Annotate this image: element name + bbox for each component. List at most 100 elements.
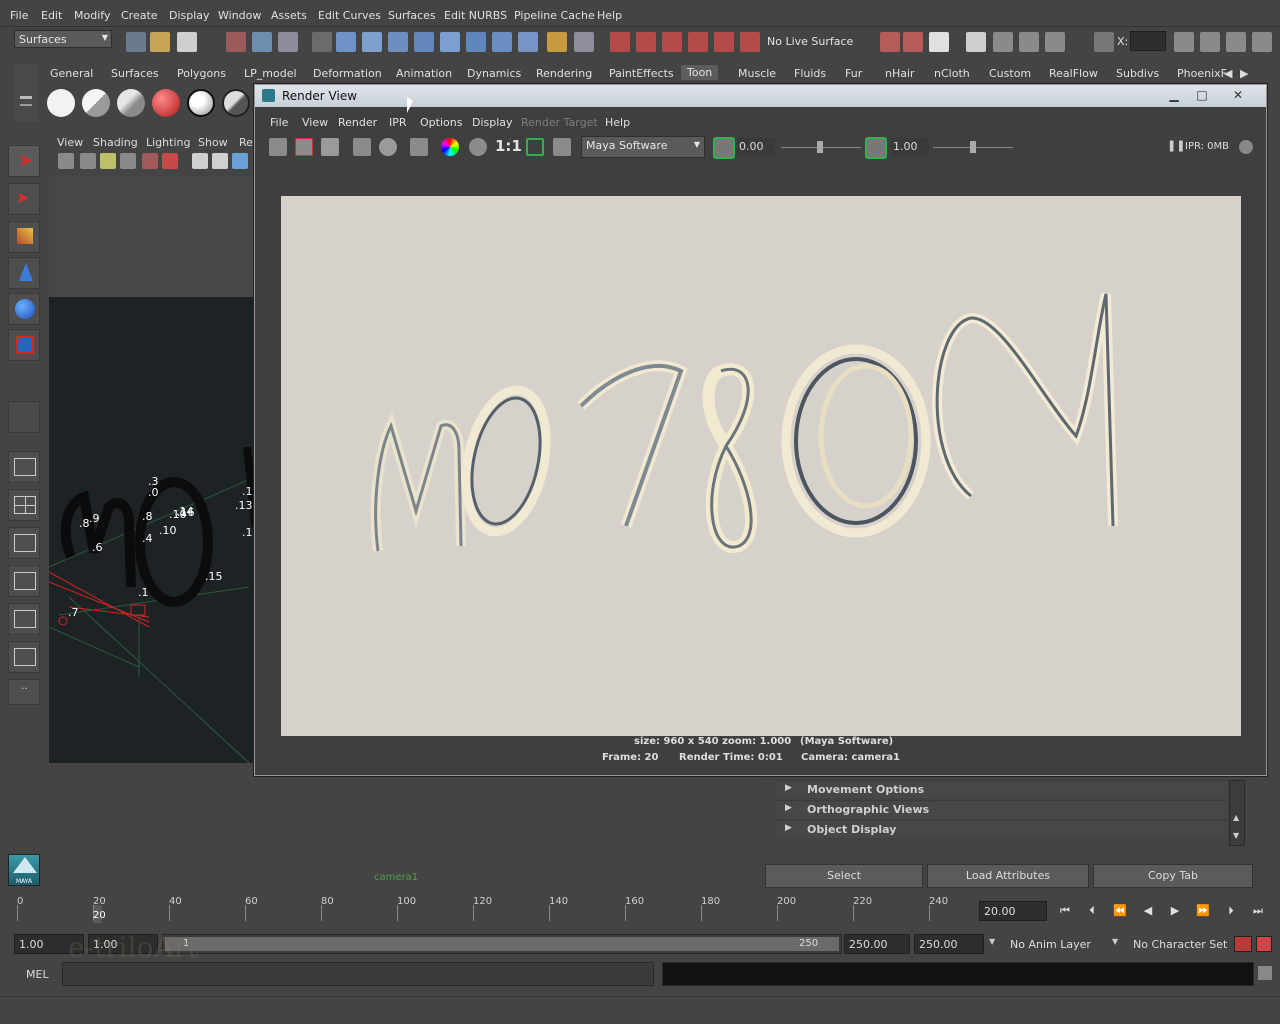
magnet-point-icon[interactable] [662,32,682,52]
keep-image-icon[interactable] [410,138,428,156]
sequence-render-icon[interactable] [1045,32,1065,52]
shelf-tab-fur[interactable]: Fur [845,67,862,80]
menu-edit-curves[interactable]: Edit Curves [318,9,381,22]
close-icon[interactable]: ✕ [1225,87,1251,103]
menu-file[interactable]: File [10,9,28,22]
animation-preferences-icon[interactable] [1256,936,1272,952]
history-icon[interactable] [466,32,486,52]
menu-assets[interactable]: Assets [271,9,307,22]
viewport-menu-shading[interactable]: Shading [93,136,138,149]
layout-render-icon[interactable] [8,641,40,673]
menu-edit[interactable]: Edit [41,9,62,22]
rgb-channels-icon[interactable] [441,138,459,156]
exposure-icon[interactable] [713,137,735,159]
load-attributes-button[interactable]: Load Attributes [927,864,1089,888]
end-time-field[interactable]: 250.00 [914,934,984,954]
image-plane-icon[interactable] [100,153,116,169]
shelf-scroll-right-icon[interactable]: ▶ [1240,67,1248,80]
shelf-tab-lp-model[interactable]: LP_model [244,67,297,80]
playback-end-field[interactable]: 250.00 [844,934,910,954]
layout-four-icon[interactable] [8,489,40,521]
layout-more-icon[interactable]: ·· [8,679,40,705]
shelf-tab-subdivs[interactable]: Subdivs [1116,67,1159,80]
menu-help[interactable]: Help [597,9,622,22]
transform-input-icon[interactable] [1094,32,1114,52]
gamma-slider-handle[interactable] [970,141,976,153]
textured-icon[interactable] [232,153,248,169]
rotate-tool-icon[interactable] [8,293,40,325]
script-editor-icon[interactable] [1258,966,1272,980]
toggle-tool-settings-icon[interactable] [1226,32,1246,52]
shelf-menu-handle[interactable] [14,64,38,122]
exposure-field[interactable]: 0.00 [737,138,775,156]
select-component-icon[interactable] [278,32,298,52]
menu-surfaces[interactable]: Surfaces [388,9,436,22]
question-icon[interactable] [518,32,538,52]
go-to-end-icon[interactable]: ⏭ [1248,904,1268,920]
chevron-down-icon[interactable]: ▼ [1112,937,1118,946]
rv-menu-view[interactable]: View [302,116,328,129]
select-tool-icon[interactable]: ➤ [8,145,40,177]
step-forward-frame-icon[interactable]: ⏵ [1221,904,1241,920]
current-time-field[interactable]: 20.00 [979,901,1047,921]
shelf-tab-toon[interactable]: Toon [681,65,719,80]
go-to-start-icon[interactable]: ⏮ [1055,904,1075,920]
toon-outline-icon[interactable] [187,89,215,117]
step-back-frame-icon[interactable]: ⏴ [1082,904,1102,920]
lasso-tool-icon[interactable]: ➤ [8,183,40,215]
new-scene-icon[interactable] [126,32,146,52]
toggle-attribute-editor-icon[interactable] [1200,32,1220,52]
refresh-icon[interactable] [379,138,397,156]
maximize-icon[interactable]: □ [1189,87,1215,103]
toggle-layer-editor-icon[interactable] [1252,32,1272,52]
menu-display[interactable]: Display [169,9,210,22]
attr-section-movement[interactable]: ▶ Movement Options [777,780,1227,798]
chevron-down-icon[interactable]: ▼ [989,937,995,946]
snap-grid-icon[interactable] [336,32,356,52]
shelf-tab-polygons[interactable]: Polygons [177,67,226,80]
snap-point-icon[interactable] [388,32,408,52]
pause-icon[interactable]: ❚❚ [1167,139,1185,152]
rv-menu-options[interactable]: Options [420,116,462,129]
shelf-tab-surfaces[interactable]: Surfaces [111,67,159,80]
toon-fill-bright-icon[interactable] [117,89,145,117]
shelf-tab-rendering[interactable]: Rendering [536,67,592,80]
character-set-label[interactable]: No Character Set [1133,938,1227,951]
minimize-icon[interactable]: ▁ [1161,87,1187,103]
auto-key-icon[interactable] [1234,936,1252,952]
shelf-tab-nhair[interactable]: nHair [885,67,915,80]
shelf-tab-ncloth[interactable]: nCloth [934,67,970,80]
render-region-icon[interactable] [295,138,313,156]
toon-dark-icon[interactable] [222,89,250,117]
bookmark-icon[interactable] [80,153,96,169]
alpha-channel-icon[interactable] [469,138,487,156]
last-tool-slot[interactable] [8,401,40,433]
shelf-tab-fluids[interactable]: Fluids [794,67,826,80]
filter-icon[interactable] [312,32,332,52]
viewport-menu-view[interactable]: View [57,136,83,149]
grid-icon[interactable] [120,153,136,169]
rv-menu-file[interactable]: File [270,116,288,129]
snap-plane-icon[interactable] [414,32,434,52]
shelf-scroll-left-icon[interactable]: ◀ [1224,67,1232,80]
select-object-icon[interactable] [252,32,272,52]
attr-section-object-display[interactable]: ▶ Object Display [777,820,1227,838]
shelf-tab-dynamics[interactable]: Dynamics [467,67,521,80]
anim-layer-label[interactable]: No Anim Layer [1010,938,1091,951]
scroll-up-icon[interactable]: ▲ [1233,813,1239,822]
shelf-tab-custom[interactable]: Custom [989,67,1031,80]
scale-tool-icon[interactable] [8,329,40,361]
x-field-input[interactable] [1130,31,1166,51]
move-tool-icon[interactable] [8,257,40,289]
magnet-live-icon[interactable] [740,32,760,52]
menu-set-dropdown[interactable]: Surfaces ▼ [14,30,112,48]
selection-mask-icon[interactable] [574,32,594,52]
lock-icon[interactable] [547,32,567,52]
toon-fill-white-icon[interactable] [47,89,75,117]
time-slider[interactable]: 0 20 40 60 80 100 120 140 160 180 200 22… [14,895,976,925]
select-button[interactable]: Select [765,864,923,888]
command-input[interactable] [62,962,654,986]
layout-single-icon[interactable] [8,451,40,483]
rv-menu-render[interactable]: Render [338,116,377,129]
scroll-down-icon[interactable]: ▼ [1233,831,1239,840]
